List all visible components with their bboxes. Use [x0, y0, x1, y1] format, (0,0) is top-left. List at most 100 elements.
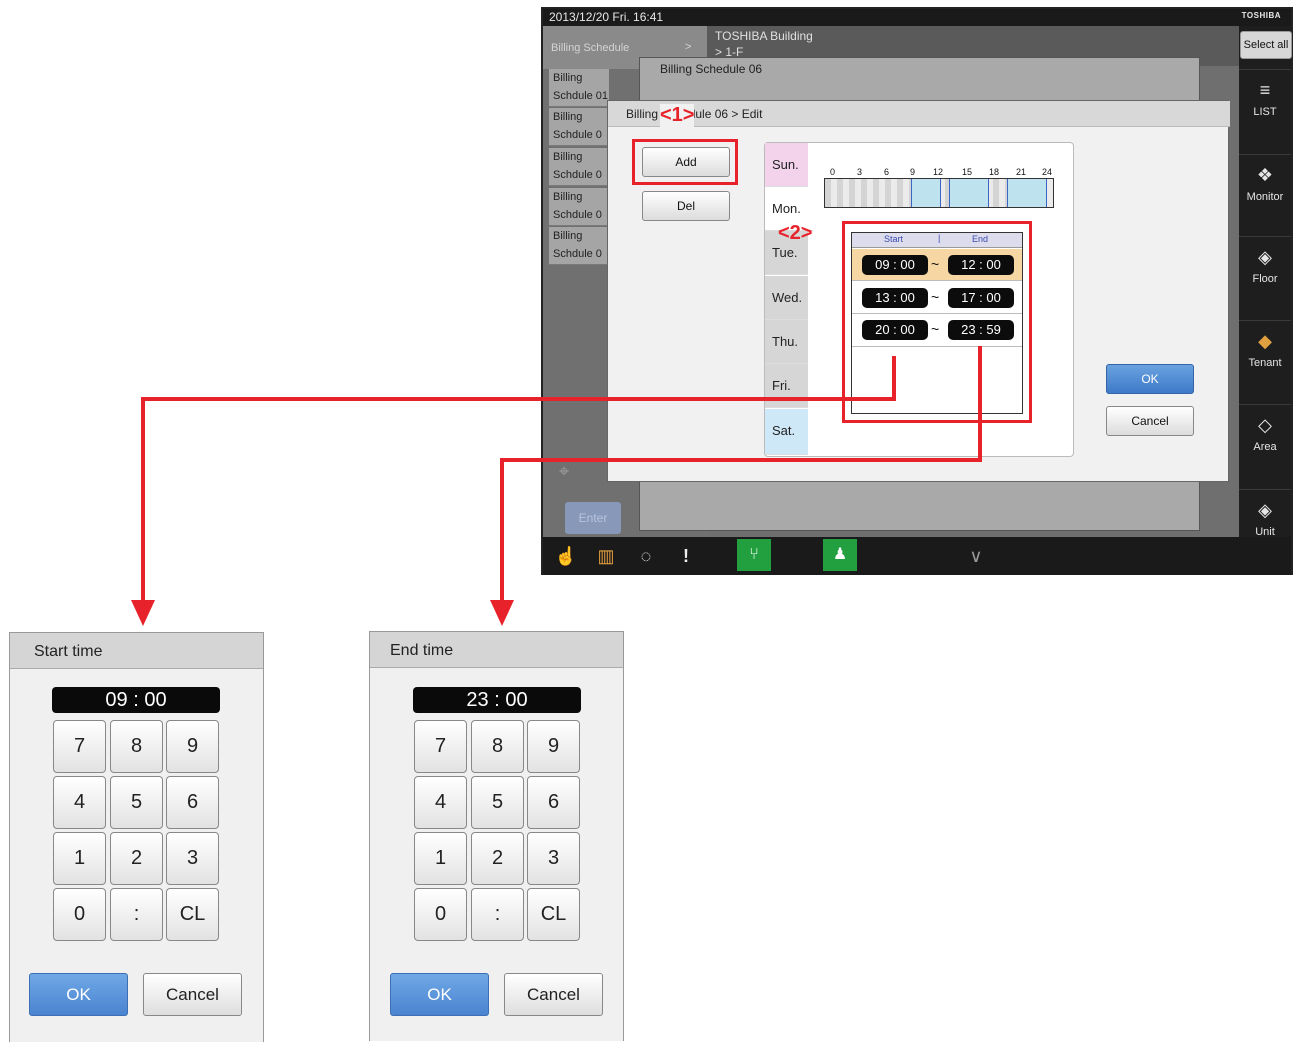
schedule-item-line: Schdule 0 [553, 129, 602, 141]
time-tick: 24 [1042, 167, 1053, 177]
brand-logo: TOSHIBA [1241, 11, 1281, 20]
book-icon[interactable]: ▥ [593, 543, 619, 569]
list-icon: ≡ [1259, 80, 1271, 100]
callout-label-2: <2> [778, 222, 813, 244]
time-tick: 3 [857, 167, 863, 177]
callout-box-add [632, 139, 738, 185]
restaurant-icon[interactable]: ⑂ [737, 539, 771, 571]
key-7[interactable]: 7 [53, 720, 106, 773]
alert-icon[interactable]: ! [673, 543, 699, 569]
day-tab-sat[interactable]: Sat. [765, 409, 808, 455]
rail-floor[interactable]: ◈ Floor [1239, 236, 1291, 310]
key-6[interactable]: 6 [166, 776, 219, 829]
key-3[interactable]: 3 [166, 832, 219, 885]
area-icon: ◇ [1258, 415, 1272, 435]
rail-label: Area [1253, 441, 1277, 453]
enter-button[interactable]: Enter [565, 502, 621, 534]
key-7[interactable]: 7 [414, 720, 467, 773]
time-tick: 9 [910, 167, 916, 177]
schedule-item[interactable]: Billing Schdule 0 [549, 108, 609, 146]
key-clear[interactable]: CL [166, 888, 219, 941]
schedule-item[interactable]: Billing Schdule 0 [549, 148, 609, 186]
key-8[interactable]: 8 [471, 720, 524, 773]
popup-title: End time [390, 642, 454, 659]
key-9[interactable]: 9 [527, 720, 580, 773]
time-display: 23 : 00 [413, 687, 581, 713]
connector-line [892, 356, 896, 401]
schedule-header-label: Billing Schedule [551, 42, 630, 54]
floor-icon: ◈ [1258, 247, 1272, 267]
key-6[interactable]: 6 [527, 776, 580, 829]
key-clear[interactable]: CL [527, 888, 580, 941]
day-tab-wed[interactable]: Wed. [765, 276, 808, 320]
connector-line [141, 397, 896, 401]
key-colon[interactable]: : [471, 888, 524, 941]
schedule-item[interactable]: Billing Schdule 01 [549, 69, 609, 107]
timeline-period [949, 179, 989, 207]
datetime: 2013/12/20 Fri. 16:41 [549, 10, 664, 24]
chevron-down-icon[interactable]: ∨ [963, 543, 989, 569]
key-2[interactable]: 2 [110, 832, 163, 885]
popup-cancel-button[interactable]: Cancel [504, 973, 603, 1016]
connector-line [500, 458, 982, 462]
connector-line [500, 458, 504, 602]
rail-tenant[interactable]: ◆ Tenant [1239, 320, 1291, 394]
key-colon[interactable]: : [110, 888, 163, 941]
popup-cancel-button[interactable]: Cancel [143, 973, 242, 1016]
key-5[interactable]: 5 [471, 776, 524, 829]
connector-line [141, 397, 145, 602]
background-dialog-title: Billing Schedule 06 [660, 62, 763, 76]
time-tick: 12 [933, 167, 944, 177]
circle-icon[interactable]: ◌ [633, 543, 659, 569]
select-all-button[interactable]: Select all [1240, 31, 1292, 59]
timeline-period [911, 179, 941, 207]
schedule-item[interactable]: Billing Schdule 0 [549, 227, 609, 265]
tenant-icon: ◆ [1258, 331, 1272, 351]
pin-icon[interactable]: ⌖ [559, 461, 589, 491]
key-2[interactable]: 2 [471, 832, 524, 885]
rail-monitor[interactable]: ❖ Monitor [1239, 154, 1291, 228]
key-1[interactable]: 1 [53, 832, 106, 885]
popup-header: Start time [10, 633, 263, 669]
schedule-item-line: Billing [553, 191, 583, 203]
hand-icon[interactable]: ☝ [553, 543, 579, 569]
key-9[interactable]: 9 [166, 720, 219, 773]
schedule-item-line: Schdule 0 [553, 209, 602, 221]
time-tick: 18 [989, 167, 1000, 177]
time-tick: 6 [884, 167, 890, 177]
schedule-item-line: Billing [553, 230, 583, 242]
cancel-button[interactable]: Cancel [1106, 406, 1194, 436]
time-tick: 15 [962, 167, 973, 177]
rail-list[interactable]: ≡ LIST [1239, 69, 1291, 143]
time-tick: 0 [830, 167, 836, 177]
people-icon[interactable]: ♟ [823, 539, 857, 571]
popup-ok-button[interactable]: OK [29, 973, 128, 1016]
timeline-period [1007, 179, 1047, 207]
key-8[interactable]: 8 [110, 720, 163, 773]
key-4[interactable]: 4 [53, 776, 106, 829]
popup-ok-button[interactable]: OK [390, 973, 489, 1016]
key-4[interactable]: 4 [414, 776, 467, 829]
callout-box-list [842, 221, 1032, 423]
schedule-item-line: Schdule 0 [553, 169, 602, 181]
day-tab-sun[interactable]: Sun. [765, 143, 808, 187]
schedule-item-line: Billing [553, 111, 583, 123]
key-0[interactable]: 0 [53, 888, 106, 941]
key-5[interactable]: 5 [110, 776, 163, 829]
key-1[interactable]: 1 [414, 832, 467, 885]
ok-button[interactable]: OK [1106, 364, 1194, 394]
schedule-item[interactable]: Billing Schdule 0 [549, 188, 609, 226]
edit-dialog-header: Billing Schedule 06 > Edit [608, 101, 1230, 127]
schedule-item-line: Schdule 01 [553, 90, 609, 102]
time-display: 09 : 00 [52, 687, 220, 713]
rail-area[interactable]: ◇ Area [1239, 404, 1291, 478]
del-button[interactable]: Del [642, 191, 730, 221]
rail-label: Monitor [1246, 191, 1284, 203]
popup-header: End time [370, 632, 623, 668]
arrow-down-icon [131, 600, 155, 626]
day-tab-fri[interactable]: Fri. [765, 364, 808, 408]
key-3[interactable]: 3 [527, 832, 580, 885]
day-tab-thu[interactable]: Thu. [765, 320, 808, 364]
key-0[interactable]: 0 [414, 888, 467, 941]
rail-label: Floor [1252, 273, 1278, 285]
